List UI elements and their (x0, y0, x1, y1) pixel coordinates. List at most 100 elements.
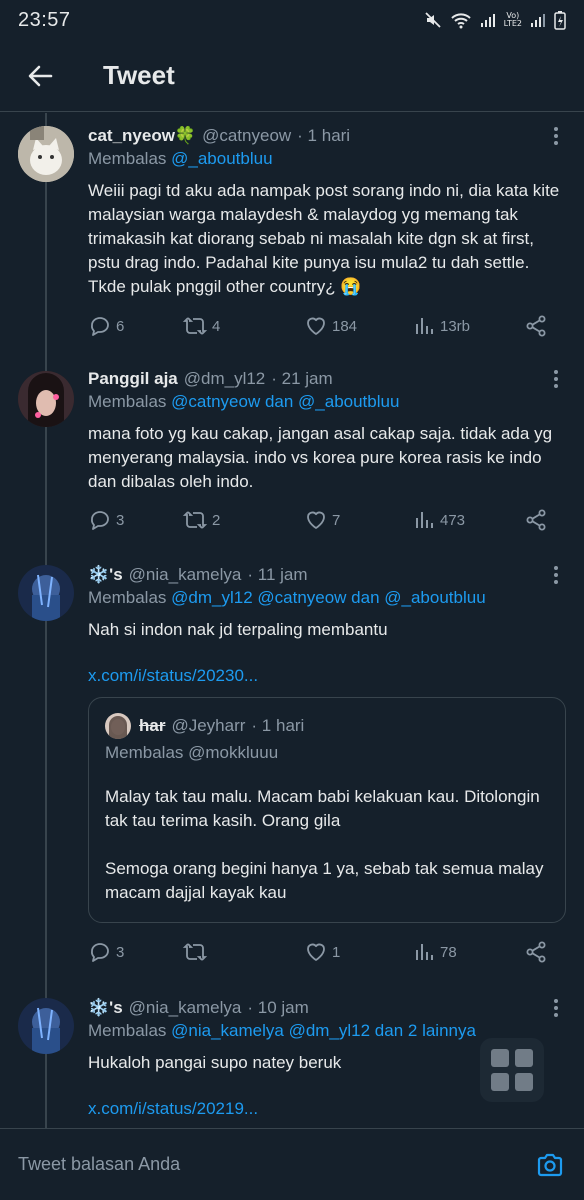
reply-to-link[interactable]: @catnyeow dan @_aboutbluu (171, 392, 399, 411)
status-icons: Vo) LTE2 (424, 10, 566, 30)
more-options-button[interactable] (546, 998, 566, 1018)
like-button[interactable]: 184 (304, 314, 412, 338)
username[interactable]: @catnyeow (202, 126, 291, 146)
views-button[interactable]: 78 (412, 940, 524, 964)
avatar[interactable] (18, 371, 74, 427)
replying-to: Membalas @_aboutbluu (88, 149, 273, 168)
quoted-tweet[interactable]: har @Jeyharr · 1 hari Membalas @mokkluuu… (88, 697, 566, 923)
reply-to-link[interactable]: @_aboutbluu (171, 149, 272, 168)
reply-icon (91, 943, 109, 962)
view-count: 13rb (440, 317, 471, 335)
share-icon (526, 941, 546, 963)
views-button[interactable]: 13rb (412, 314, 524, 338)
retweet-count: 2 (212, 511, 221, 529)
retweet-icon (182, 943, 208, 961)
heart-icon (307, 317, 325, 335)
views-button[interactable]: 473 (412, 508, 524, 532)
reply-button[interactable]: 3 (88, 940, 182, 964)
reply-button[interactable]: 3 (88, 508, 182, 532)
display-name[interactable]: ❄️'s (88, 565, 123, 585)
reply-count: 3 (116, 943, 125, 961)
tweet-text: Weiii pagi td aku ada nampak post sorang… (88, 181, 560, 296)
views-icon (416, 318, 433, 334)
timestamp: · 10 jam (247, 998, 309, 1017)
share-button[interactable] (524, 314, 548, 338)
action-bar: 6 4 184 13rb (88, 312, 566, 340)
like-count: 7 (332, 511, 341, 529)
avatar[interactable] (18, 565, 74, 621)
camera-button[interactable] (534, 1149, 566, 1181)
retweet-button[interactable]: 4 (182, 314, 304, 338)
wifi-icon (450, 13, 471, 29)
retweet-button[interactable] (182, 940, 304, 964)
avatar[interactable] (18, 998, 74, 1054)
retweet-count: 4 (212, 317, 221, 335)
username[interactable]: @nia_kamelya (129, 565, 242, 585)
tweet-link[interactable]: x.com/i/status/20219... (88, 1099, 566, 1123)
retweet-icon (182, 511, 208, 529)
quote-display-name: har (139, 716, 166, 735)
tweet-link[interactable]: x.com/i/status/20230... (88, 666, 566, 690)
retweet-button[interactable]: 2 (182, 508, 304, 532)
replying-to: Membalas @catnyeow dan @_aboutbluu (88, 392, 400, 411)
page-title: Tweet (103, 60, 175, 90)
like-button[interactable]: 7 (304, 508, 412, 532)
quote-timestamp: · 1 hari (251, 716, 305, 735)
username[interactable]: @nia_kamelya (129, 998, 242, 1018)
quote-username: @Jeyharr (171, 716, 246, 735)
username[interactable]: @dm_yl12 (184, 369, 266, 389)
camera-icon (537, 1153, 563, 1176)
back-button[interactable] (0, 63, 80, 89)
reply-to-link[interactable]: @dm_yl12 @catnyeow dan @_aboutbluu (171, 588, 486, 607)
more-options-button[interactable] (546, 369, 566, 389)
grid-icon-cell (515, 1049, 533, 1067)
share-icon (526, 509, 546, 531)
reply-icon (91, 511, 109, 530)
display-name[interactable]: Panggil aja (88, 369, 178, 389)
thread-connector (45, 113, 47, 1133)
grid-icon-cell (491, 1049, 509, 1067)
retweet-icon (182, 317, 208, 335)
reply-composer (0, 1128, 584, 1200)
quote-replying-to: Membalas @mokkluuu (105, 743, 279, 762)
status-bar: 23:57 Vo) LTE2 (0, 0, 584, 40)
reply-count: 6 (116, 317, 125, 335)
like-count: 184 (332, 317, 358, 335)
signal-icon (480, 14, 495, 27)
top-bar: Tweet (0, 40, 584, 112)
like-button[interactable]: 1 (304, 940, 412, 964)
share-icon (526, 315, 546, 337)
reply-count: 3 (116, 511, 125, 529)
view-count: 78 (440, 943, 457, 961)
quote-avatar (105, 713, 131, 739)
grid-icon-cell (515, 1073, 533, 1091)
action-bar: 3 2 7 473 (88, 506, 566, 534)
share-button[interactable] (524, 508, 548, 532)
more-options-button[interactable] (546, 126, 566, 146)
quote-text: Malay tak tau malu. Macam babi kelakuan … (105, 787, 544, 902)
timestamp: · 21 jam (271, 369, 333, 388)
heart-icon (307, 511, 325, 529)
mute-icon (424, 12, 441, 28)
reply-icon (91, 317, 109, 336)
heart-icon (307, 943, 325, 961)
reply-to-link[interactable]: @nia_kamelya @dm_yl12 dan 2 lainnya (171, 1021, 476, 1040)
reply-button[interactable]: 6 (88, 314, 182, 338)
avatar[interactable] (18, 126, 74, 182)
views-icon (416, 944, 433, 960)
share-button[interactable] (524, 940, 548, 964)
views-icon (416, 512, 433, 528)
timestamp: · 11 jam (247, 565, 308, 584)
timestamp: · 1 hari (297, 126, 351, 145)
more-options-button[interactable] (546, 565, 566, 585)
clock: 23:57 (18, 8, 71, 31)
display-name[interactable]: cat_nyeow🍀 (88, 126, 196, 146)
tweet-text: mana foto yg kau cakap, jangan asal caka… (88, 424, 553, 491)
grid-menu-button[interactable] (480, 1038, 544, 1102)
reply-input[interactable] (18, 1154, 534, 1175)
grid-icon-cell (491, 1073, 509, 1091)
tweet-text: Nah si indon nak jd terpaling membantu (88, 620, 388, 639)
like-count: 1 (332, 943, 341, 961)
battery-charging-icon (554, 11, 566, 30)
display-name[interactable]: ❄️'s (88, 998, 123, 1018)
